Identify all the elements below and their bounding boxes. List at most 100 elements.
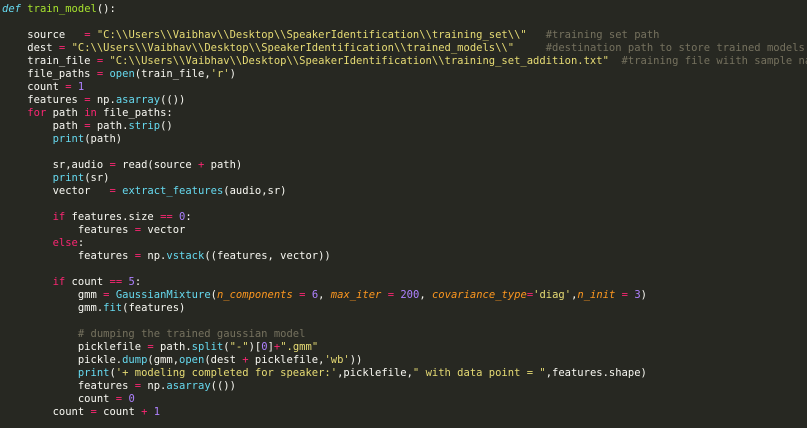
- code-token: train_file: [2, 55, 97, 67]
- code-token: print: [52, 133, 85, 145]
- code-token: 200: [400, 289, 420, 301]
- code-token: read(source: [115, 159, 198, 171]
- code-line[interactable]: pickle.dump(gmm,open(dest + picklefile,'…: [2, 354, 807, 367]
- code-token: ,features.shape): [545, 367, 647, 379]
- code-line[interactable]: vector = extract_features(audio,sr): [2, 185, 807, 198]
- code-token: 1: [153, 406, 161, 418]
- code-line[interactable]: # dumping the trained gaussian model: [2, 328, 807, 341]
- code-token: #training file wiith sample names: [621, 55, 807, 67]
- code-line[interactable]: count = count + 1: [2, 406, 807, 419]
- code-line[interactable]: count = 1: [2, 81, 807, 94]
- code-token: count: [2, 406, 91, 418]
- code-token: vector: [141, 224, 186, 236]
- code-line[interactable]: file_paths = open(train_file,'r'): [2, 68, 807, 81]
- code-token: (dest: [204, 354, 243, 366]
- code-line[interactable]: else:: [2, 237, 807, 250]
- code-line[interactable]: [2, 263, 807, 276]
- code-line[interactable]: if features.size == 0:: [2, 211, 807, 224]
- code-token: ): [640, 289, 647, 301]
- code-token: )[: [248, 341, 262, 353]
- code-token: "-": [229, 341, 249, 353]
- code-token: count: [96, 406, 142, 418]
- code-token: print: [77, 367, 110, 379]
- code-line[interactable]: features = np.vstack((features, vector)): [2, 250, 807, 263]
- code-line[interactable]: count = 0: [2, 393, 807, 406]
- code-line[interactable]: dest = "C:\\Users\\Vaibhav\\Desktop\\Spe…: [2, 42, 807, 55]
- code-token: :: [77, 237, 85, 249]
- code-token: ():: [96, 3, 116, 15]
- code-token: def: [2, 3, 21, 15]
- code-line[interactable]: path = path.strip(): [2, 120, 807, 133]
- code-line[interactable]: [2, 198, 807, 211]
- code-token: path: [2, 120, 85, 132]
- code-token: 'wb': [324, 354, 350, 366]
- code-token: else: [52, 237, 78, 249]
- code-token: if: [52, 211, 66, 223]
- code-line[interactable]: features = np.asarray(()): [2, 94, 807, 107]
- code-line[interactable]: print(path): [2, 133, 807, 146]
- code-token: for: [27, 107, 47, 119]
- code-line[interactable]: print(sr): [2, 172, 807, 185]
- code-token: np.: [141, 380, 167, 392]
- code-token: features: [2, 94, 85, 106]
- code-token: open: [109, 68, 135, 80]
- code-line[interactable]: [2, 146, 807, 159]
- code-line[interactable]: gmm.fit(features): [2, 302, 807, 315]
- code-token: vector: [2, 185, 110, 197]
- code-token: dest: [2, 42, 59, 54]
- code-line[interactable]: picklefile = path.split("-")[0]+".gmm": [2, 341, 807, 354]
- code-line[interactable]: gmm = GaussianMixture(n_components = 6, …: [2, 289, 807, 302]
- code-token: #training set path: [545, 29, 660, 41]
- code-line[interactable]: print('+ modeling completed for speaker:…: [2, 367, 807, 380]
- code-token: path.: [153, 341, 192, 353]
- code-line[interactable]: def train_model():: [2, 3, 807, 16]
- code-token: path): [204, 159, 243, 171]
- code-token: (sr): [84, 172, 110, 184]
- code-token: (audio,sr): [223, 185, 287, 197]
- code-line[interactable]: for path in file_paths:: [2, 107, 807, 120]
- code-token: "C:\\Users\\Vaibhav\\Desktop\\SpeakerIde…: [96, 29, 527, 41]
- code-area[interactable]: def train_model(): source = "C:\\Users\\…: [2, 3, 807, 419]
- code-line[interactable]: if count == 5:: [2, 276, 807, 289]
- code-token: print: [52, 172, 85, 184]
- code-token: ,: [419, 289, 432, 301]
- code-token: n_init: [577, 289, 616, 301]
- code-token: GaussianMixture: [115, 289, 211, 301]
- code-editor[interactable]: def train_model(): source = "C:\\Users\\…: [0, 0, 807, 428]
- code-token: count: [65, 276, 110, 288]
- code-token: asarray: [166, 380, 211, 392]
- code-token: extract_features: [122, 185, 224, 197]
- code-token: source: [2, 29, 85, 41]
- code-line[interactable]: source = "C:\\Users\\Vaibhav\\Desktop\\S…: [2, 29, 807, 42]
- code-token: (): [160, 120, 173, 132]
- code-line[interactable]: [2, 315, 807, 328]
- code-token: picklefile: [2, 341, 148, 353]
- code-token: " with data point = ": [412, 367, 546, 379]
- code-token: '+ modeling completed for speaker:': [115, 367, 338, 379]
- code-token: file_paths: [2, 68, 97, 80]
- code-token: picklefile,: [248, 354, 325, 366]
- code-line[interactable]: features = vector: [2, 224, 807, 237]
- code-token: count: [2, 393, 116, 405]
- code-line[interactable]: sr,audio = read(source + path): [2, 159, 807, 172]
- code-token: train_model: [27, 3, 97, 15]
- code-line[interactable]: [2, 16, 807, 29]
- code-token: 'diag': [533, 289, 572, 301]
- code-token: pickle.: [2, 354, 123, 366]
- code-token: 0: [128, 393, 135, 405]
- code-token: path.: [90, 120, 129, 132]
- code-token: gmm: [2, 289, 104, 301]
- code-token: ==: [109, 276, 123, 288]
- code-token: (path): [84, 133, 123, 145]
- code-line[interactable]: train_file = "C:\\Users\\Vaibhav\\Deskto…: [2, 55, 807, 68]
- code-line[interactable]: features = np.asarray(()): [2, 380, 807, 393]
- code-token: features: [2, 250, 135, 262]
